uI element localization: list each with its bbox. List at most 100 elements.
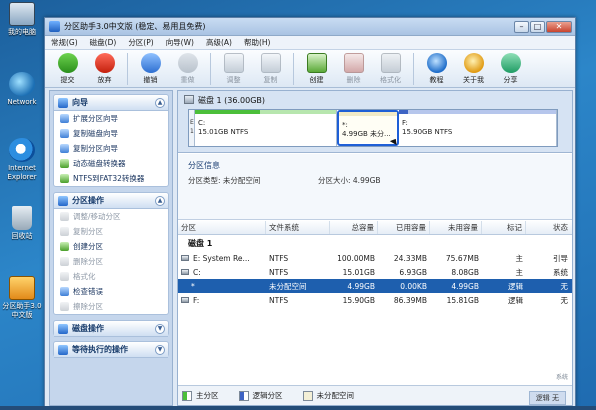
share-icon — [500, 53, 521, 73]
cell-filesystem: NTFS — [269, 267, 289, 277]
disk-map: 磁盘 1 (36.00GB) E 1 C: 15.01GB NTFS *: 4.… — [178, 91, 572, 153]
toolbar-label: 重做 — [180, 76, 195, 84]
sidebar-item-dynamic-disk-converter[interactable]: 动态磁盘转换器 — [54, 156, 168, 171]
segment-c[interactable]: C: 15.01GB NTFS — [195, 110, 337, 146]
menu-disk[interactable]: 磁盘(D) — [90, 37, 117, 48]
column-used[interactable]: 已用容量 — [378, 221, 430, 234]
sidebar-item-label: 动态磁盘转换器 — [73, 159, 126, 168]
cell-partition: C: — [193, 267, 201, 277]
free-space-bar — [408, 110, 556, 114]
chevron-down-icon[interactable]: ▼ — [155, 344, 165, 355]
sidebar-item-create-partition[interactable]: 创建分区 — [54, 239, 168, 254]
cell-filesystem: 未分配空间 — [269, 281, 307, 291]
sidebar-item-label: 检查错误 — [73, 287, 103, 296]
sidebar-item-label: 创建分区 — [73, 242, 103, 251]
column-flag[interactable]: 标记 — [482, 221, 526, 234]
table-row[interactable]: E: System Re... NTFS 100.00MB 24.33MB 75… — [178, 251, 572, 265]
chevron-up-icon[interactable]: ▲ — [155, 97, 165, 108]
cell-used: 0.00KB — [400, 281, 427, 291]
column-filesystem[interactable]: 文件系统 — [266, 221, 330, 234]
cell-free: 15.81GB — [446, 295, 479, 305]
segment-f[interactable]: F: 15.90GB NTFS — [399, 110, 557, 146]
extend-partition-icon — [60, 114, 69, 123]
pending-ops-section-header[interactable]: 等待执行的操作 ▼ — [54, 342, 168, 358]
used-space-bar — [195, 110, 260, 114]
cell-status: 引导 — [553, 253, 568, 263]
title-bar[interactable]: 分区助手3.0中文版 (稳定、易用且免费) – □ ✕ — [45, 18, 575, 36]
menu-advanced[interactable]: 高级(A) — [206, 37, 232, 48]
desktop-icon-partition-assistant[interactable]: 分区助手3.0中文版 — [2, 276, 42, 320]
disk-ops-section-header[interactable]: 磁盘操作 ▼ — [54, 321, 168, 337]
format-button[interactable]: 格式化 — [372, 53, 409, 85]
minimize-button[interactable]: – — [514, 20, 529, 33]
table-row[interactable]: F: NTFS 15.90GB 86.39MB 15.81GB 逻辑 无 — [178, 293, 572, 307]
desktop-icon-computer[interactable]: 我的电脑 — [2, 2, 42, 37]
app-icon — [49, 21, 60, 32]
desktop-icon-network[interactable]: Network — [2, 72, 42, 107]
cell-free: 75.67MB — [445, 253, 479, 263]
wizard-section: 向导 ▲ 扩展分区向导 复制磁盘向导 复制分区向导 动态磁盘转换器 NTFS到F… — [53, 94, 169, 187]
toolbar-label: 格式化 — [380, 76, 401, 84]
toolbar: 提交 放弃 撤销 重做 调整 复制 创建 删除 格式化 教程 关于我 分享 — [45, 50, 575, 88]
sidebar-item-extend-wizard[interactable]: 扩展分区向导 — [54, 111, 168, 126]
sidebar-item-label: NTFS到FAT32转换器 — [73, 174, 145, 183]
cell-status: 无 — [560, 281, 569, 291]
sidebar-item-format[interactable]: 格式化 — [54, 269, 168, 284]
wipe-icon — [60, 302, 69, 311]
status-overlay: 逻辑 无 — [528, 391, 566, 405]
chevron-up-icon[interactable]: ▲ — [155, 195, 165, 206]
desktop-icon-label: 我的电脑 — [8, 28, 36, 36]
resize-icon — [60, 212, 69, 221]
copy-disk-icon — [260, 53, 281, 73]
menu-help[interactable]: 帮助(H) — [244, 37, 271, 48]
column-free[interactable]: 未用容量 — [430, 221, 482, 234]
toolbar-label: 分享 — [503, 76, 518, 84]
delete-partition-button[interactable]: 删除 — [335, 53, 372, 85]
maximize-button[interactable]: □ — [530, 20, 545, 33]
create-partition-button[interactable]: 创建 — [298, 53, 335, 85]
app-window: 分区助手3.0中文版 (稳定、易用且免费) – □ ✕ 常规(G) 磁盘(D) … — [44, 17, 576, 410]
table-row[interactable]: C: NTFS 15.01GB 6.93GB 8.08GB 主 系统 — [178, 265, 572, 279]
desktop-icon-recycle-bin[interactable]: 回收站 — [2, 206, 42, 241]
desktop-icon-ie[interactable]: Internet Explorer — [2, 138, 42, 182]
menu-wizard[interactable]: 向导(W) — [166, 37, 194, 48]
disk-group-row[interactable]: 磁盘 1 — [178, 235, 572, 251]
sidebar-item-wipe-partition[interactable]: 擦除分区 — [54, 299, 168, 314]
sidebar-item-copy-partition-wizard[interactable]: 复制分区向导 — [54, 141, 168, 156]
table-row-selected[interactable]: * 未分配空间 4.99GB 0.00KB 4.99GB 逻辑 无 — [178, 279, 572, 293]
format-icon — [60, 272, 69, 281]
menu-general[interactable]: 常规(G) — [51, 37, 78, 48]
column-capacity[interactable]: 总容量 — [330, 221, 378, 234]
disk-title: 磁盘 1 (36.00GB) — [198, 96, 266, 105]
close-button[interactable]: ✕ — [546, 20, 572, 33]
cell-capacity: 100.00MB — [337, 253, 375, 263]
desktop-icon-label: Network — [7, 98, 37, 106]
cell-capacity: 15.90GB — [342, 295, 375, 305]
partition-ops-section-header[interactable]: 分区操作 ▲ — [54, 193, 168, 209]
toolbar-label: 删除 — [346, 76, 361, 84]
submit-button[interactable]: 提交 — [49, 53, 86, 85]
sidebar-item-resize-move[interactable]: 调整/移动分区 — [54, 209, 168, 224]
sidebar-item-copy-disk-wizard[interactable]: 复制磁盘向导 — [54, 126, 168, 141]
wizard-section-header[interactable]: 向导 ▲ — [54, 95, 168, 111]
sidebar-item-check-errors[interactable]: 检查错误 — [54, 284, 168, 299]
resize-disk-button[interactable]: 调整 — [215, 53, 252, 85]
discard-button[interactable]: 放弃 — [86, 53, 123, 85]
copy-disk-button[interactable]: 复制 — [252, 53, 289, 85]
toolbar-separator — [127, 53, 128, 85]
column-status[interactable]: 状态 — [526, 221, 572, 234]
pending-ops-section: 等待执行的操作 ▼ — [53, 341, 169, 358]
undo-button[interactable]: 撤销 — [132, 53, 169, 85]
sidebar-item-copy-partition[interactable]: 复制分区 — [54, 224, 168, 239]
sidebar-item-delete-partition[interactable]: 删除分区 — [54, 254, 168, 269]
tutorial-button[interactable]: 教程 — [418, 53, 455, 85]
share-button[interactable]: 分享 — [492, 53, 529, 85]
about-button[interactable]: 关于我 — [455, 53, 492, 85]
sidebar-item-ntfs-fat32-converter[interactable]: NTFS到FAT32转换器 — [54, 171, 168, 186]
column-partition[interactable]: 分区 — [178, 221, 266, 234]
menu-partition[interactable]: 分区(P) — [128, 37, 153, 48]
chevron-down-icon[interactable]: ▼ — [155, 323, 165, 334]
redo-button[interactable]: 重做 — [169, 53, 206, 85]
copy-disk-icon — [60, 129, 69, 138]
cell-flag: 逻辑 — [508, 281, 523, 291]
